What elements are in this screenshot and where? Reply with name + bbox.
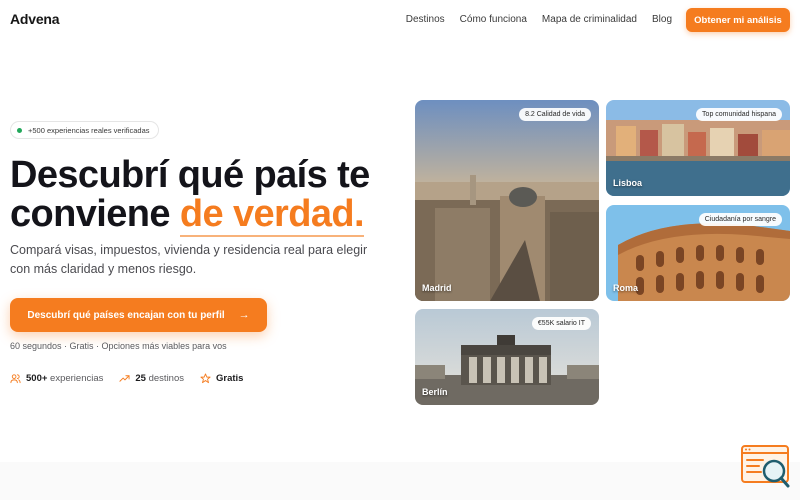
- nav-link-blog[interactable]: Blog: [652, 14, 672, 25]
- destination-card-lisboa[interactable]: Top comunidad hispana Lisboa: [606, 100, 790, 196]
- star-icon: [200, 373, 211, 384]
- berlin-tag: €55K salario IT: [531, 317, 591, 330]
- browser-search-icon: [741, 445, 790, 488]
- stat-destinations: 25 destinos: [119, 373, 184, 384]
- destination-card-berlin[interactable]: €55K salario IT Berlín: [415, 309, 599, 405]
- discover-countries-label: Descubrí qué países encajan con tu perfi…: [27, 309, 225, 321]
- lisboa-tag: Top comunidad hispana: [696, 108, 782, 121]
- nav-link-como-funciona[interactable]: Cómo funciona: [460, 14, 527, 25]
- hero-subtitle: Compará visas, impuestos, vivienda y res…: [10, 243, 368, 276]
- stat-destinations-text: 25 destinos: [135, 373, 184, 384]
- hero-title-line2: conviene: [10, 193, 180, 235]
- hero-title: Descubrí qué país te conviene de verdad.: [10, 154, 410, 237]
- destination-card-roma[interactable]: Ciudadanía por sangre Roma: [606, 205, 790, 301]
- nav-link-mapa-criminalidad[interactable]: Mapa de criminalidad: [542, 14, 637, 25]
- status-dot-icon: [17, 127, 22, 133]
- stat-experiences-label: experiencias: [47, 373, 104, 384]
- destination-card-madrid[interactable]: 8.2 Calidad de vida Madrid: [415, 100, 599, 301]
- roma-label: Roma: [613, 283, 639, 293]
- nav-link-destinos[interactable]: Destinos: [406, 14, 445, 25]
- stat-free-text: Gratis: [216, 373, 243, 384]
- roma-tag: Ciudadanía por sangre: [698, 213, 782, 226]
- arrow-right-icon: →: [238, 309, 250, 321]
- stat-experiences: 500+ experiencias: [10, 373, 103, 384]
- madrid-photo: [415, 100, 599, 301]
- discover-countries-button[interactable]: Descubrí qué países encajan con tu perfi…: [10, 298, 267, 332]
- badge-text: +500 experiencias reales verificadas: [28, 125, 150, 135]
- hero-title-accent: de verdad.: [179, 193, 365, 237]
- site-header: Advena Destinos Cómo funciona Mapa de cr…: [0, 0, 800, 40]
- lisboa-label: Lisboa: [613, 178, 643, 188]
- trend-up-icon: [119, 375, 130, 382]
- madrid-tag: 8.2 Calidad de vida: [519, 108, 591, 121]
- stat-destinations-label: destinos: [145, 373, 184, 384]
- berlin-label: Berlín: [422, 387, 448, 397]
- get-analysis-button[interactable]: Obtener mi análisis: [686, 8, 790, 32]
- stat-experiences-value: 500+: [26, 373, 48, 384]
- stats-row: 500+ experiencias 25 destinos Gratis: [10, 373, 243, 384]
- cta-hint: 60 segundos · Gratis · Opciones más viab…: [10, 341, 227, 351]
- verified-badge: +500 experiencias reales verificadas: [10, 121, 159, 139]
- madrid-label: Madrid: [422, 283, 452, 293]
- main-nav: Destinos Cómo funciona Mapa de criminali…: [406, 14, 672, 25]
- stat-free: Gratis: [200, 373, 243, 384]
- search-helper-icon[interactable]: [741, 444, 791, 490]
- stat-free-value: Gratis: [216, 373, 244, 384]
- next-section-band: [0, 462, 800, 500]
- users-icon: [10, 374, 21, 384]
- stat-destinations-value: 25: [135, 373, 146, 384]
- stat-experiences-text: 500+ experiencias: [26, 373, 103, 384]
- hero-title-line1: Descubrí qué país te: [10, 154, 370, 196]
- logo[interactable]: Advena: [10, 11, 60, 27]
